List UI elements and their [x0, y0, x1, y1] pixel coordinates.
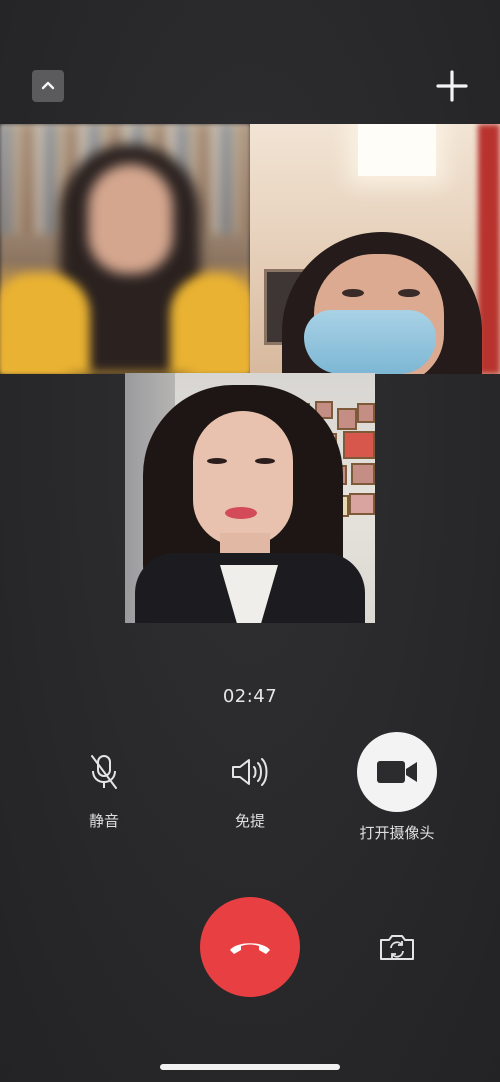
speaker-button[interactable]: 免提	[180, 742, 320, 831]
camera-flip-icon	[380, 935, 414, 960]
video-call-screen: 02:47 静音 免提 打开摄像头	[0, 0, 500, 1082]
home-indicator[interactable]	[160, 1064, 340, 1070]
chevron-up-icon	[41, 81, 55, 90]
mute-button[interactable]: 静音	[34, 742, 174, 831]
open-camera-button[interactable]: 打开摄像头	[327, 732, 467, 843]
video-camera-icon	[377, 761, 417, 783]
hangup-button[interactable]	[200, 897, 300, 997]
participant-video-2[interactable]	[250, 124, 500, 374]
phone-hangup-icon	[230, 943, 270, 954]
mute-label: 静音	[88, 812, 119, 830]
add-participant-button[interactable]	[434, 68, 470, 104]
camera-label: 打开摄像头	[359, 824, 435, 842]
switch-camera-button[interactable]	[376, 930, 418, 964]
call-timer: 02:47	[222, 686, 278, 707]
speaker-icon	[232, 758, 268, 786]
minimize-button[interactable]	[32, 70, 64, 102]
participant-video-3[interactable]	[125, 373, 375, 623]
plus-icon	[436, 70, 468, 102]
microphone-off-icon	[91, 755, 117, 789]
participant-video-1[interactable]	[0, 124, 250, 374]
speaker-label: 免提	[234, 812, 265, 830]
